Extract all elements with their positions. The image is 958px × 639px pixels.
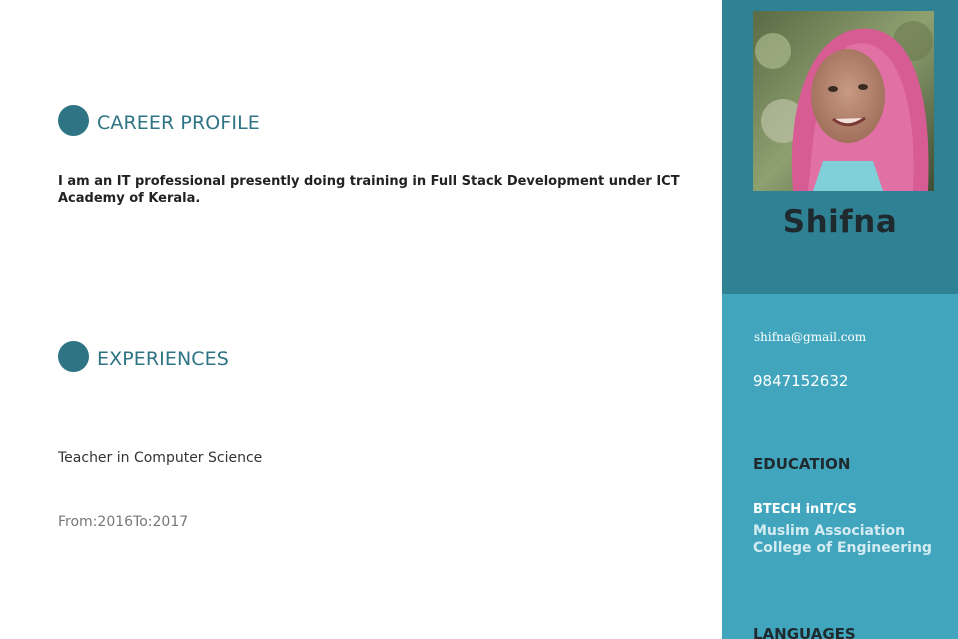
sidebar-profile: Shifna [722,0,958,294]
job-dates: From:2016To:2017 [58,514,188,530]
from-label: From: [58,514,98,530]
from-year: 2016 [97,514,134,530]
briefcase-icon [58,341,89,372]
contact-email[interactable]: shifna@gmail.com [753,330,866,344]
resume-page: CAREER PROFILE I am an IT professional p… [0,0,958,639]
main-content: CAREER PROFILE I am an IT professional p… [0,0,722,639]
user-icon [58,105,89,136]
career-profile-header: CAREER PROFILE [58,105,260,136]
education-degree: BTECH inIT/CS [753,502,857,517]
to-label: To: [133,514,153,530]
career-profile-title: CAREER PROFILE [97,111,260,134]
profile-name: Shifna [782,204,898,240]
career-profile-text: I am an IT professional presently doing … [58,174,680,206]
experiences-header: EXPERIENCES [58,341,229,372]
education-heading: EDUCATION [753,455,851,473]
to-year: 2017 [152,514,189,530]
education-college: Muslim Association College of Engineerin… [753,523,932,556]
contact-phone: 9847152632 [753,372,849,390]
sidebar-details: shifna@gmail.com 9847152632 EDUCATION BT… [722,294,958,639]
email-text: shifna@gmail.com [754,330,867,344]
profile-photo [753,11,934,191]
languages-heading: LANGUAGES [753,625,856,639]
experiences-title: EXPERIENCES [97,347,229,370]
job-title: Teacher in Computer Science [58,450,263,466]
